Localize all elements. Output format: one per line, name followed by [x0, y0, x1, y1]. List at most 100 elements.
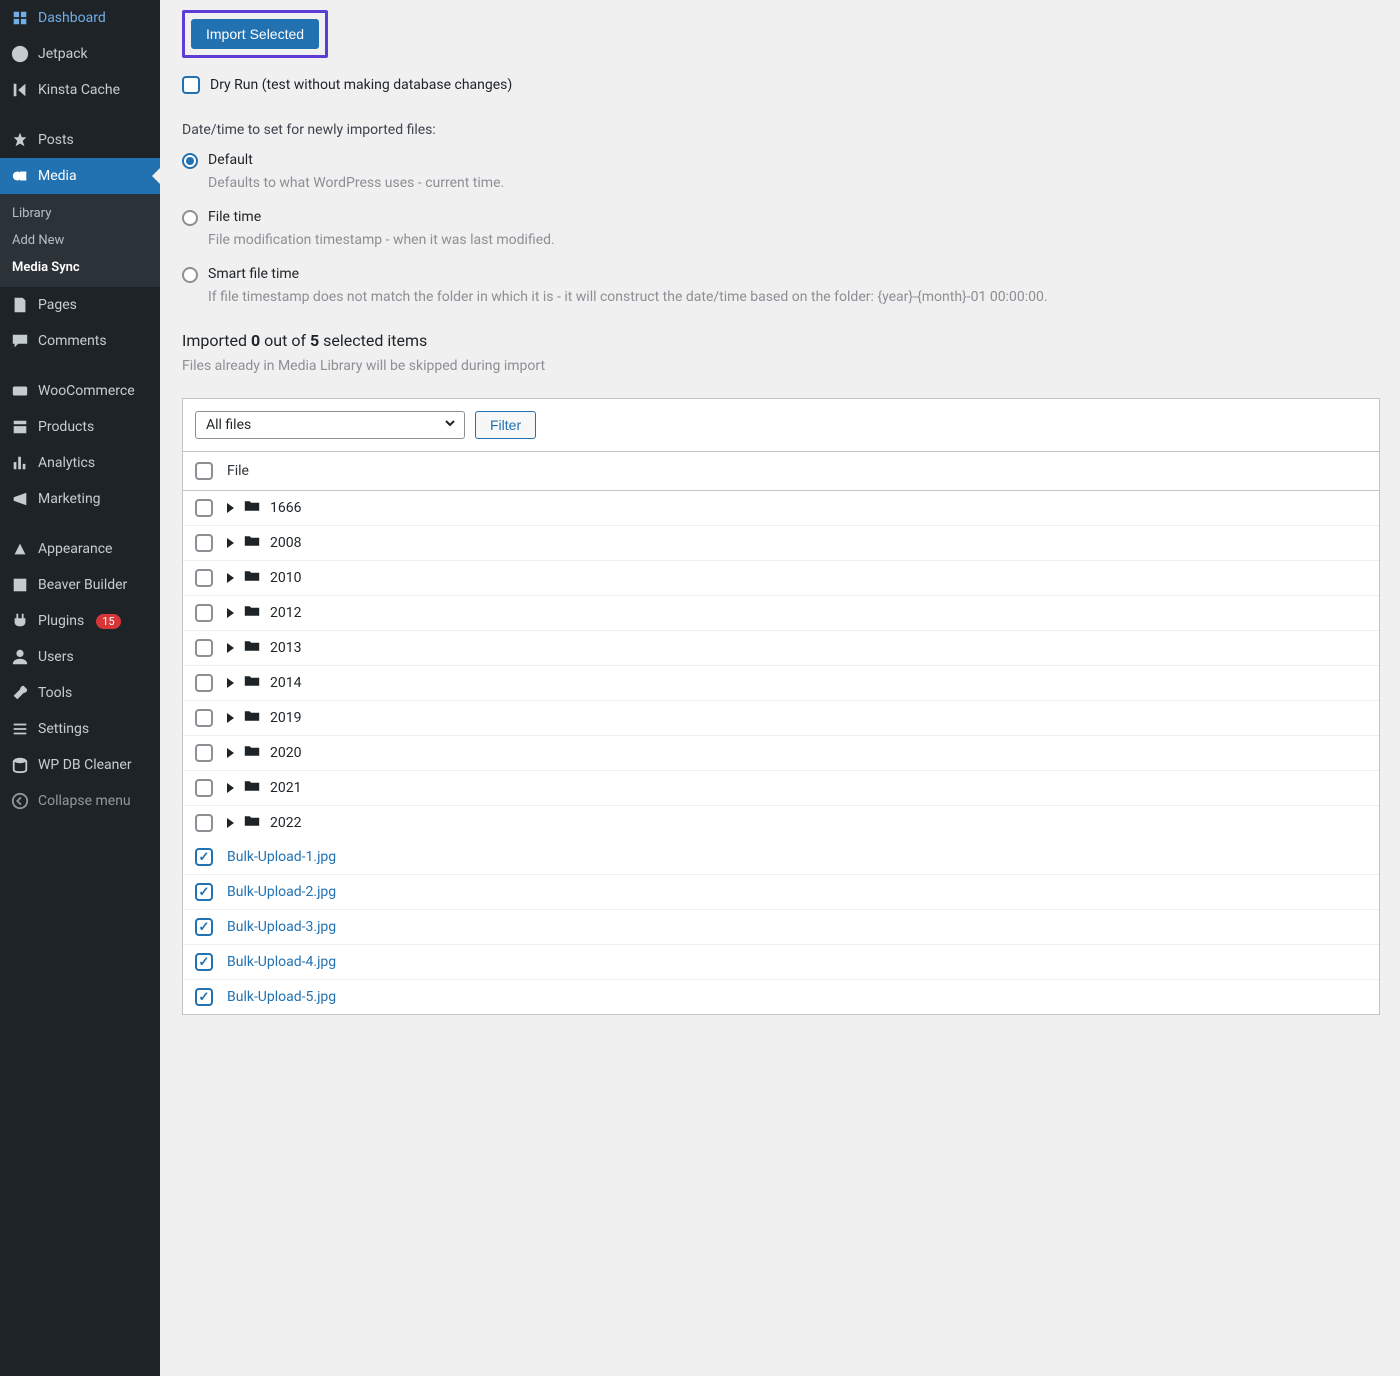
- sidebar-item-beaver[interactable]: Beaver Builder: [0, 567, 160, 603]
- row-checkbox[interactable]: [195, 953, 213, 971]
- expand-caret-icon[interactable]: [227, 818, 234, 828]
- sidebar-label: Tools: [38, 685, 72, 701]
- folder-name[interactable]: 2014: [270, 675, 301, 691]
- table-row: 2008: [183, 526, 1379, 561]
- sidebar-item-dashboard[interactable]: Dashboard: [0, 0, 160, 36]
- selected-count: 5: [310, 331, 319, 350]
- file-link[interactable]: Bulk-Upload-1.jpg: [227, 849, 336, 865]
- table-row: 2010: [183, 561, 1379, 596]
- expand-caret-icon[interactable]: [227, 573, 234, 583]
- folder-icon: [244, 814, 260, 832]
- row-checkbox[interactable]: [195, 639, 213, 657]
- folder-icon: [244, 499, 260, 517]
- sidebar-item-kinsta[interactable]: Kinsta Cache: [0, 72, 160, 108]
- sidebar-label: Settings: [38, 721, 89, 737]
- filter-select-value: All files: [206, 417, 251, 433]
- sidebar-label: Plugins: [38, 613, 84, 629]
- row-checkbox[interactable]: [195, 604, 213, 622]
- expand-caret-icon[interactable]: [227, 713, 234, 723]
- row-checkbox[interactable]: [195, 814, 213, 832]
- select-all-checkbox[interactable]: [195, 462, 213, 480]
- sidebar-item-jetpack[interactable]: Jetpack: [0, 36, 160, 72]
- expand-caret-icon[interactable]: [227, 783, 234, 793]
- expand-caret-icon[interactable]: [227, 503, 234, 513]
- sidebar-item-posts[interactable]: Posts: [0, 122, 160, 158]
- submenu-media-sync[interactable]: Media Sync: [0, 254, 160, 281]
- sidebar-label: Analytics: [38, 455, 95, 471]
- row-checkbox[interactable]: [195, 569, 213, 587]
- sidebar-item-analytics[interactable]: Analytics: [0, 445, 160, 481]
- folder-name[interactable]: 2019: [270, 710, 301, 726]
- row-checkbox[interactable]: [195, 709, 213, 727]
- folder-name[interactable]: 2010: [270, 570, 301, 586]
- file-link[interactable]: Bulk-Upload-4.jpg: [227, 954, 336, 970]
- expand-caret-icon[interactable]: [227, 538, 234, 548]
- row-checkbox[interactable]: [195, 918, 213, 936]
- folder-name[interactable]: 2022: [270, 815, 301, 831]
- table-row: 2022: [183, 806, 1379, 840]
- sidebar-label: Marketing: [38, 491, 101, 507]
- submenu-library[interactable]: Library: [0, 200, 160, 227]
- sidebar-label: Media: [38, 168, 77, 184]
- expand-caret-icon[interactable]: [227, 748, 234, 758]
- radio-default-label: Default: [208, 152, 253, 168]
- filter-select[interactable]: All files: [195, 411, 465, 439]
- row-checkbox[interactable]: [195, 883, 213, 901]
- settings-icon: [10, 719, 30, 739]
- sidebar-item-appearance[interactable]: Appearance: [0, 531, 160, 567]
- row-checkbox[interactable]: [195, 988, 213, 1006]
- sidebar-item-products[interactable]: Products: [0, 409, 160, 445]
- file-link[interactable]: Bulk-Upload-3.jpg: [227, 919, 336, 935]
- sidebar-item-db-cleaner[interactable]: WP DB Cleaner: [0, 747, 160, 783]
- folder-name[interactable]: 2013: [270, 640, 301, 656]
- import-selected-button[interactable]: Import Selected: [191, 19, 319, 49]
- db-icon: [10, 755, 30, 775]
- expand-caret-icon[interactable]: [227, 678, 234, 688]
- table-row: 2014: [183, 666, 1379, 701]
- radio-default[interactable]: [182, 153, 198, 169]
- sidebar-item-settings[interactable]: Settings: [0, 711, 160, 747]
- folder-name[interactable]: 2008: [270, 535, 301, 551]
- folder-icon: [244, 569, 260, 587]
- sidebar-item-comments[interactable]: Comments: [0, 323, 160, 359]
- expand-caret-icon[interactable]: [227, 643, 234, 653]
- sidebar-item-plugins[interactable]: Plugins 15: [0, 603, 160, 639]
- jetpack-icon: [10, 44, 30, 64]
- import-status: Imported 0 out of 5 selected items: [182, 331, 1380, 350]
- sidebar-item-marketing[interactable]: Marketing: [0, 481, 160, 517]
- radio-smart-desc: If file timestamp does not match the fol…: [208, 289, 1380, 305]
- sidebar-item-pages[interactable]: Pages: [0, 287, 160, 323]
- file-link[interactable]: Bulk-Upload-5.jpg: [227, 989, 336, 1005]
- sidebar-item-tools[interactable]: Tools: [0, 675, 160, 711]
- filter-button[interactable]: Filter: [475, 411, 536, 439]
- folder-name[interactable]: 2021: [270, 780, 301, 796]
- sidebar-item-users[interactable]: Users: [0, 639, 160, 675]
- radio-filetime[interactable]: [182, 210, 198, 226]
- row-checkbox[interactable]: [195, 744, 213, 762]
- folder-name[interactable]: 1666: [270, 500, 301, 516]
- row-checkbox[interactable]: [195, 499, 213, 517]
- radio-smart[interactable]: [182, 267, 198, 283]
- appearance-icon: [10, 539, 30, 559]
- row-checkbox[interactable]: [195, 848, 213, 866]
- table-row: Bulk-Upload-1.jpg: [183, 840, 1379, 875]
- sidebar-label: WP DB Cleaner: [38, 757, 132, 773]
- folder-name[interactable]: 2012: [270, 605, 301, 621]
- sidebar-item-woocommerce[interactable]: WooCommerce: [0, 373, 160, 409]
- row-checkbox[interactable]: [195, 779, 213, 797]
- sidebar-collapse[interactable]: Collapse menu: [0, 783, 160, 819]
- table-row: 1666: [183, 491, 1379, 526]
- row-checkbox[interactable]: [195, 534, 213, 552]
- file-link[interactable]: Bulk-Upload-2.jpg: [227, 884, 336, 900]
- media-icon: [10, 166, 30, 186]
- folder-name[interactable]: 2020: [270, 745, 301, 761]
- sidebar-item-media[interactable]: Media: [0, 158, 160, 194]
- submenu-add-new[interactable]: Add New: [0, 227, 160, 254]
- row-checkbox[interactable]: [195, 674, 213, 692]
- dry-run-label: Dry Run (test without making database ch…: [210, 77, 512, 93]
- folder-icon: [244, 744, 260, 762]
- import-button-highlight: Import Selected: [182, 10, 328, 58]
- dry-run-checkbox[interactable]: [182, 76, 200, 94]
- expand-caret-icon[interactable]: [227, 608, 234, 618]
- tools-icon: [10, 683, 30, 703]
